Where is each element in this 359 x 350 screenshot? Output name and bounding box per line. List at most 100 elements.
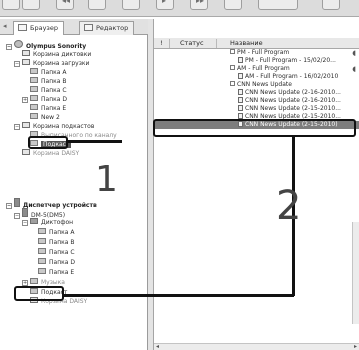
column-divider[interactable] [216,39,217,48]
tree-item-folder-e[interactable]: Папка E [30,104,66,112]
tree-item-device-folder-b[interactable]: Папка B [38,238,74,246]
tree-item-dictation-tray[interactable]: Корзина диктовки [22,50,91,58]
collapse-icon[interactable] [230,49,235,54]
tree-item-folder-d[interactable]: + Папка D [22,95,67,103]
column-title[interactable]: Название [230,39,263,48]
column-priority[interactable]: ! [160,39,163,48]
tab-browser[interactable]: Браузер [13,21,64,35]
list-header: ! Статус Название [154,38,359,49]
recorder-icon [30,218,38,224]
tab-scroll-arrow-icon[interactable]: ◂ [3,22,7,30]
tree-item-device-folder-c[interactable]: Папка C [38,248,75,256]
sonority-icon [14,40,23,48]
play-icon: ▸ [162,0,167,5]
folder-icon [30,95,38,101]
list-row-file[interactable]: CNN News Update (2-16-2010... [154,89,359,97]
download-tray-icon [22,59,30,65]
list-row-file[interactable]: CNN News Update (2-15-2010... [154,105,359,113]
collapse-icon[interactable]: − [22,220,28,226]
volume-control[interactable] [258,0,298,10]
daisy-tray-icon [22,149,30,155]
toolbar: ◂◂ ▸ ▸▸ [0,0,359,17]
list-row-file[interactable]: PM - Full Program - 15/02/20... [154,57,359,65]
tree-root-olympus[interactable]: − Olympus Sonority [6,40,86,50]
collapse-icon[interactable] [230,81,235,86]
tree-item-folder-b[interactable]: Папка B [30,77,66,85]
callout-box-device-podcast [14,286,64,301]
play-button[interactable]: ▸ [156,0,174,10]
audio-file-icon [238,97,243,103]
file-list: ! Статус Название PM - Full Program ◖ PM… [154,19,359,350]
tree-item-download-tray[interactable]: − Корзина загрузки [14,59,89,67]
music-folder-icon [30,278,38,284]
column-divider[interactable] [169,39,170,48]
collapse-icon[interactable]: − [6,203,12,209]
browser-icon [18,24,27,31]
tree-item-daisy-tray[interactable]: Корзина DAISY [22,149,79,157]
tree-item-device-folder-d[interactable]: Папка D [38,258,75,266]
callout-number-2: 2 [276,183,302,229]
tree-item-new-2[interactable]: New 2 [30,113,60,121]
tree-item-device-folder-a[interactable]: Папка A [38,228,74,236]
collapse-icon[interactable]: − [14,213,20,219]
collapse-icon[interactable]: − [14,61,20,67]
audio-file-icon [238,89,243,95]
collapse-icon[interactable] [230,65,235,70]
item-status-icon: ◖ [352,65,356,73]
callout-box-1 [28,136,68,149]
list-row-file[interactable]: AM - Full Program - 16/02/2010 [154,73,359,81]
tab-label: Редактор [96,24,129,32]
toolbar-button[interactable] [322,0,340,10]
tree-item-device-folder-e[interactable]: Папка E [38,268,74,276]
audio-file-icon [238,57,243,63]
tree-root-device-manager[interactable]: − Диспетчер устройств [6,198,97,209]
list-row-group[interactable]: AM - Full Program ◖ [154,65,359,73]
callout-leader-1 [66,140,122,143]
tab-bar: ◂ Браузер Редактор [0,19,156,35]
rewind-button[interactable]: ◂◂ [56,0,74,10]
folder-icon [38,248,46,254]
folder-icon [38,228,46,234]
list-row-group[interactable]: PM - Full Program ◖ [154,49,359,57]
tree-item-podcast-tray[interactable]: − Корзина подкастов [14,122,94,130]
stop-button[interactable] [122,0,140,10]
list-row-group[interactable]: CNN News Update [154,81,359,89]
tree-item-folder-c[interactable]: Папка C [30,86,67,94]
toolbar-button[interactable] [22,0,40,10]
folder-icon [30,86,38,92]
editor-icon [84,24,93,31]
toolbar-button[interactable] [224,0,242,10]
tree-item-device-dm5[interactable]: − DM-5(DM5) [14,208,65,219]
folder-tree: − Olympus Sonority Корзина диктовки − Корз… [0,35,148,350]
tree-item-recorder[interactable]: − Диктофон [22,218,73,226]
callout-number-1: 1 [95,159,118,200]
folder-icon [30,77,38,83]
device-manager-icon [14,198,20,207]
tab-editor[interactable]: Редактор [79,21,135,35]
list-row-file[interactable]: CNN News Update (2-16-2010... [154,97,359,105]
folder-icon [38,258,46,264]
callout-box-2 [153,119,356,137]
podcast-tray-icon [22,122,30,128]
forward-button[interactable]: ▸▸ [190,0,208,10]
toolbar-button[interactable] [2,0,20,10]
rewind-icon: ◂◂ [62,0,71,5]
collapse-icon[interactable]: − [14,124,20,130]
audio-file-icon [238,105,243,111]
toolbar-button[interactable] [88,0,106,10]
dictation-tray-icon [22,50,30,56]
collapse-icon[interactable]: − [6,44,12,50]
scroll-right-icon[interactable]: ▸ [354,343,357,350]
scroll-left-icon[interactable]: ◂ [156,343,159,350]
tree-item-music[interactable]: + Музыка [22,278,65,286]
tree-item-folder-a[interactable]: Папка A [30,68,66,76]
expand-icon[interactable]: + [22,97,28,103]
vertical-scrollbar[interactable] [352,222,359,324]
forward-icon: ▸▸ [196,0,205,5]
column-status[interactable]: Статус [180,39,204,48]
folder-icon [30,104,38,110]
horizontal-scrollbar[interactable]: ◂ ▸ [154,343,359,350]
callout-leader-2b [62,294,294,297]
recorder-device-icon [22,208,28,217]
item-status-icon: ◖ [352,49,356,57]
